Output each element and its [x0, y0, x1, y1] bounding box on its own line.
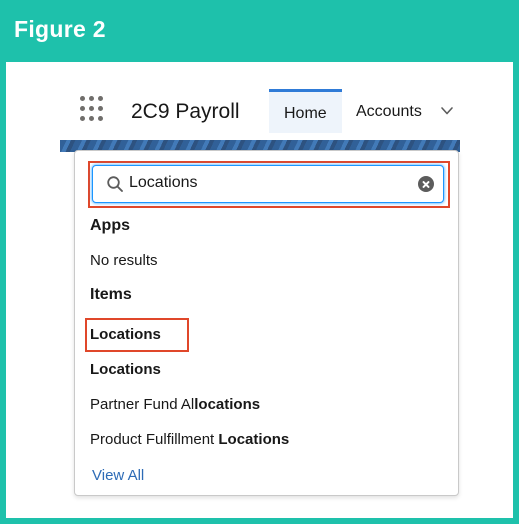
view-all-link[interactable]: View All: [92, 467, 144, 484]
app-launcher-grid-icon[interactable]: [80, 96, 106, 126]
result-item[interactable]: Product Fulfillment Locations: [90, 431, 289, 448]
figure-title: Figure 2: [14, 16, 106, 42]
search-icon: [107, 176, 123, 192]
chevron-down-icon[interactable]: [440, 104, 454, 118]
result-item[interactable]: Locations: [90, 326, 161, 343]
tab-accounts[interactable]: Accounts: [356, 103, 422, 121]
items-section-header: Items: [90, 286, 132, 303]
result-item[interactable]: Locations: [90, 361, 161, 378]
apps-no-results: No results: [90, 252, 158, 269]
clear-icon[interactable]: [418, 176, 434, 192]
tab-home-label: Home: [284, 105, 327, 122]
search-input[interactable]: [129, 174, 399, 192]
app-name: 2C9 Payroll: [131, 100, 240, 123]
tab-home[interactable]: Home: [269, 89, 342, 133]
result-item[interactable]: Partner Fund Allocations: [90, 396, 260, 413]
apps-section-header: Apps: [90, 217, 130, 234]
figure-header: Figure 2: [0, 0, 519, 62]
